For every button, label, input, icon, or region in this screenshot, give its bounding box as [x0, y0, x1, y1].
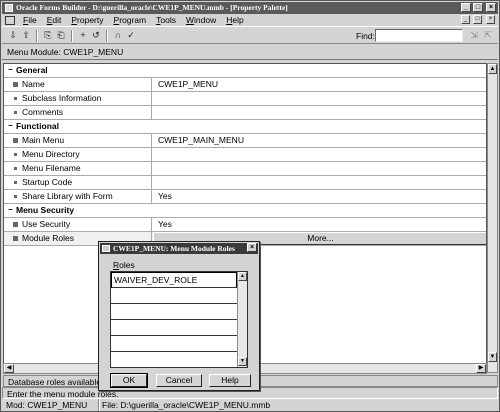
scroll-up-icon[interactable]: ▲: [238, 272, 247, 281]
menu-module-roles-dialog: CWE1P_MENU: Menu Module Roles × Roles WA…: [98, 241, 260, 391]
dialog-title: CWE1P_MENU: Menu Module Roles: [113, 244, 235, 253]
menu-help[interactable]: Help: [221, 14, 248, 26]
scroll-down-icon[interactable]: ▼: [238, 357, 247, 366]
property-name: Menu Directory: [4, 148, 152, 161]
forms-builder-window: Oracle Forms Builder - D:\guerilla_oracl…: [0, 0, 500, 412]
ok-button-label: OK: [122, 375, 136, 385]
property-row-menu-filename[interactable]: Menu Filename: [4, 162, 486, 176]
help-button[interactable]: Help: [209, 374, 251, 387]
section-menu-security[interactable]: − Menu Security: [4, 204, 486, 218]
add-property-icon[interactable]: +: [77, 30, 89, 41]
property-name: Use Security: [4, 218, 152, 231]
module-context-bar: Menu Module: CWE1P_MENU: [2, 44, 498, 60]
ok-button[interactable]: OK: [110, 373, 148, 388]
menu-tools[interactable]: Tools: [151, 14, 181, 26]
property-row-subclass-information[interactable]: Subclass Information: [4, 92, 486, 106]
maximize-button[interactable]: □: [473, 3, 483, 12]
property-name: Name: [4, 78, 152, 91]
find-next-icon[interactable]: ⇲: [468, 30, 480, 41]
property-name: Main Menu: [4, 134, 152, 147]
roles-list-scrollbar[interactable]: ▲ ▼: [237, 272, 247, 367]
role-entry[interactable]: [111, 336, 237, 352]
intersection-icon[interactable]: ∩: [112, 30, 124, 41]
mdi-close-button[interactable]: ×: [486, 15, 495, 24]
find-previous-icon[interactable]: ⇱: [482, 30, 494, 41]
dialog-close-button[interactable]: ×: [247, 243, 257, 252]
scroll-right-icon[interactable]: ▶: [476, 364, 486, 373]
property-row-comments[interactable]: Comments: [4, 106, 486, 120]
property-row-main-menu[interactable]: Main Menu CWE1P_MAIN_MENU: [4, 134, 486, 148]
collapse-icon[interactable]: ⇧: [20, 30, 32, 41]
property-name: Subclass Information: [4, 92, 152, 105]
property-name: Comments: [4, 106, 152, 119]
property-value[interactable]: CWE1P_MENU: [153, 78, 486, 91]
union-icon[interactable]: ✓: [125, 30, 137, 41]
scroll-down-icon[interactable]: ▼: [488, 352, 497, 362]
section-general[interactable]: − General: [4, 64, 486, 78]
property-value[interactable]: [153, 176, 486, 189]
property-row-startup-code[interactable]: Startup Code: [4, 176, 486, 190]
toolbar-separator: [36, 30, 38, 42]
app-icon: [5, 4, 13, 12]
vertical-scrollbar[interactable]: ▲ ▼: [487, 63, 498, 373]
dialog-icon: [102, 245, 110, 252]
property-value[interactable]: [153, 162, 486, 175]
property-name: Startup Code: [4, 176, 152, 189]
section-title: Functional: [16, 121, 59, 131]
property-row-menu-directory[interactable]: Menu Directory: [4, 148, 486, 162]
menu-edit[interactable]: Edit: [42, 14, 67, 26]
toolbar: ⇩ ⇧ ⎘ ⎗ + ↺ ∩ ✓ Find: ⇲ ⇱: [2, 26, 498, 44]
property-row-name[interactable]: Name CWE1P_MENU: [4, 78, 486, 92]
menu-window[interactable]: Window: [181, 14, 221, 26]
property-row-share-library[interactable]: Share Library with Form Yes: [4, 190, 486, 204]
inherit-icon[interactable]: ↺: [90, 30, 102, 41]
toolbar-separator: [106, 30, 108, 42]
mdi-restore-button[interactable]: □: [473, 15, 482, 24]
roles-list: WAIVER_DEV_ROLE ▲ ▼: [110, 271, 248, 368]
property-name: Menu Filename: [4, 162, 152, 175]
menu-file[interactable]: File: [18, 14, 42, 26]
property-value[interactable]: Yes: [153, 218, 486, 231]
role-entry[interactable]: WAIVER_DEV_ROLE: [111, 272, 237, 288]
document-system-menu-icon[interactable]: [5, 15, 15, 25]
paste-property-icon[interactable]: ⎗: [55, 30, 67, 41]
close-button[interactable]: ×: [486, 3, 496, 12]
property-value[interactable]: Yes: [153, 190, 486, 203]
menu-bar: File Edit Property Program Tools Window …: [2, 14, 498, 26]
role-entry[interactable]: [111, 304, 237, 320]
cancel-button[interactable]: Cancel: [156, 374, 202, 387]
find-input[interactable]: [375, 29, 463, 42]
section-title: General: [16, 65, 48, 75]
copy-property-icon[interactable]: ⎘: [42, 30, 54, 41]
property-value[interactable]: [153, 92, 486, 105]
role-entry[interactable]: [111, 320, 237, 336]
property-value[interactable]: CWE1P_MAIN_MENU: [153, 134, 486, 147]
cancel-button-label: Cancel: [165, 375, 193, 385]
menu-program[interactable]: Program: [109, 14, 152, 26]
roles-label: Roles: [113, 260, 135, 270]
status-divider: [98, 399, 100, 411]
status-module: Mod: CWE1P_MENU: [6, 400, 88, 410]
find-label: Find:: [356, 31, 375, 41]
dialog-title-bar[interactable]: CWE1P_MENU: Menu Module Roles: [100, 243, 258, 254]
section-title: Menu Security: [16, 205, 75, 215]
property-value[interactable]: [153, 148, 486, 161]
help-button-label: Help: [221, 375, 239, 385]
scroll-left-icon[interactable]: ◀: [4, 364, 14, 373]
role-entry[interactable]: [111, 288, 237, 304]
window-title: Oracle Forms Builder - D:\guerilla_oracl…: [16, 3, 288, 12]
section-functional[interactable]: − Functional: [4, 120, 486, 134]
property-value[interactable]: [153, 106, 486, 119]
role-entry[interactable]: [111, 352, 237, 368]
menu-property[interactable]: Property: [66, 14, 108, 26]
property-row-use-security[interactable]: Use Security Yes: [4, 218, 486, 232]
window-title-bar[interactable]: Oracle Forms Builder - D:\guerilla_oracl…: [2, 2, 498, 14]
expand-icon[interactable]: ⇩: [7, 30, 19, 41]
mdi-minimize-button[interactable]: _: [461, 15, 470, 24]
status-file: File: D:\guerilla_oracle\CWE1P_MENU.mmb: [102, 400, 271, 410]
toolbar-separator: [71, 30, 73, 42]
scroll-up-icon[interactable]: ▲: [488, 64, 497, 74]
property-name: Share Library with Form: [4, 190, 152, 203]
minimize-button[interactable]: _: [461, 3, 471, 12]
